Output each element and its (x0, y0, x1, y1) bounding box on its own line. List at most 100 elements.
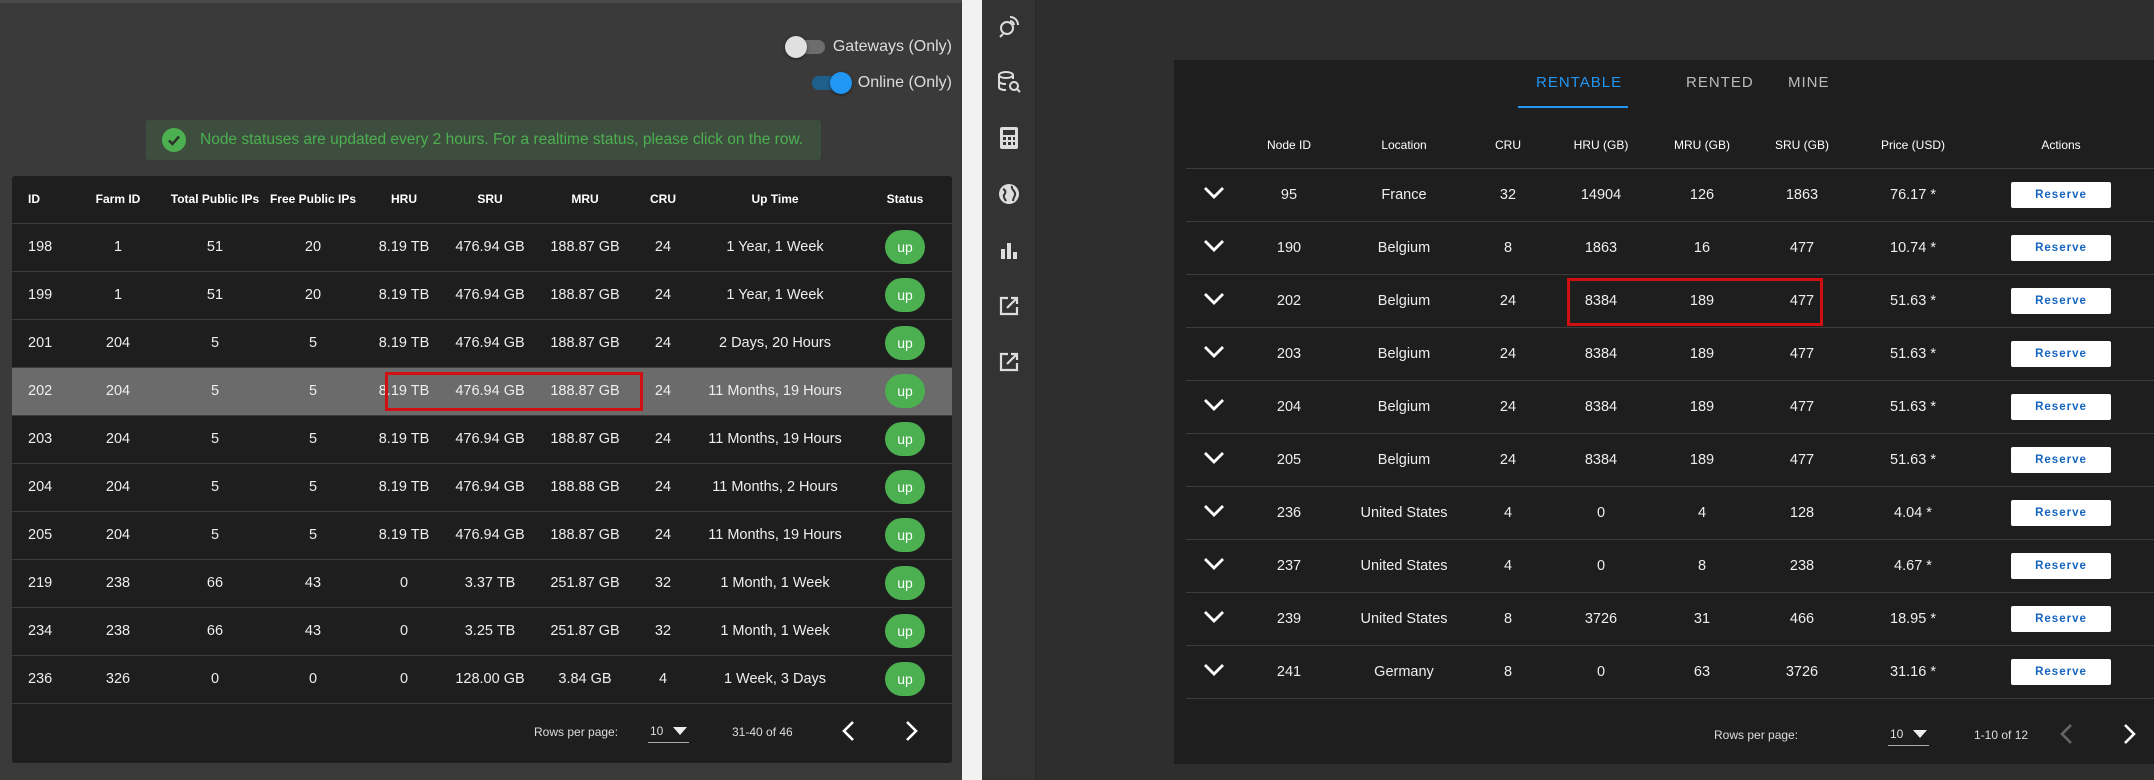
column-header[interactable]: Status (858, 176, 952, 224)
column-header[interactable]: Free Public IPs (262, 176, 364, 224)
chevron-down-icon[interactable] (1203, 292, 1225, 306)
chevron-down-icon[interactable] (1203, 557, 1225, 571)
node-row[interactable]: 202 204 5 5 8.19 TB 476.94 GB 188.87 GB 24 11 Mo… (12, 367, 952, 416)
column-header[interactable]: ID (12, 176, 68, 224)
node-row[interactable]: 205 204 5 5 8.19 TB 476.94 GB 188.87 GB 24 11 Mo… (12, 511, 952, 560)
satellite-icon[interactable] (995, 12, 1023, 40)
column-header[interactable]: Up Time (692, 176, 858, 224)
node-row[interactable]: 203 204 5 5 8.19 TB 476.94 GB 188.87 GB 24 11 Mo… (12, 415, 952, 464)
reserve-button[interactable]: Reserve (2011, 605, 2111, 632)
table-cell: 5 (168, 511, 262, 560)
node-row[interactable]: 236 326 0 0 0 128.00 GB 3.84 GB 4 1 Week, 3 Days… (12, 655, 952, 704)
tab-rentable[interactable]: RENTABLE (1536, 74, 1622, 91)
reserve-button[interactable]: Reserve (2011, 658, 2111, 685)
rentable-table-header: Node ID Location CRU HRU (GB) MRU (GB) SRU (G… (1186, 122, 2154, 169)
table-cell: 8.19 TB (364, 367, 444, 416)
status-cell: up (858, 511, 952, 560)
prev-page-button[interactable] (828, 712, 868, 752)
table-cell: 5 (262, 415, 364, 464)
reserve-button[interactable]: Reserve (2011, 393, 2111, 420)
chevron-down-icon[interactable] (1203, 186, 1225, 200)
node-row[interactable]: 234 238 66 43 0 3.25 TB 251.87 GB 32 1 Month, 1 … (12, 607, 952, 656)
chevron-down-icon[interactable] (1203, 663, 1225, 677)
tab-rented[interactable]: RENTED (1686, 74, 1754, 91)
reserve-button[interactable]: Reserve (2011, 181, 2111, 208)
column-header[interactable]: CRU (634, 176, 692, 224)
status-badge: up (885, 518, 925, 552)
storage-search-icon[interactable] (995, 68, 1023, 96)
chevron-down-icon[interactable] (1203, 239, 1225, 253)
actions-cell: Reserve (1968, 168, 2154, 222)
table-cell: 8.19 TB (364, 271, 444, 320)
chevron-down-icon[interactable] (1203, 610, 1225, 624)
node-row[interactable]: 204 204 5 5 8.19 TB 476.94 GB 188.88 GB 24 11 Mo… (12, 463, 952, 512)
table-cell: 24 (634, 367, 692, 416)
online-toggle[interactable] (811, 72, 852, 94)
table-cell: 477 (1746, 433, 1858, 487)
chevron-down-icon[interactable] (1203, 504, 1225, 518)
prev-page-button[interactable] (2046, 715, 2086, 755)
nodes-table-card: ID Farm ID Total Public IPs Free Public IPs… (12, 176, 952, 763)
column-header[interactable]: SRU (444, 176, 536, 224)
status-badge: up (885, 470, 925, 504)
table-cell: 234 (12, 607, 68, 656)
online-filter[interactable]: Online (Only) (811, 72, 952, 94)
actions-cell: Reserve (1968, 433, 2154, 487)
reserve-button[interactable]: Reserve (2011, 287, 2111, 314)
status-badge: up (885, 374, 925, 408)
rentable-row: 241 Germany 8 0 63 3726 31.16 * Reserve (1186, 645, 2154, 699)
external-link-icon[interactable] (995, 348, 1023, 376)
bar-chart-icon[interactable] (995, 236, 1023, 264)
reserve-button[interactable]: Reserve (2011, 234, 2111, 261)
table-cell: 476.94 GB (444, 271, 536, 320)
column-header[interactable]: Farm ID (68, 176, 168, 224)
rows-per-page-select[interactable]: 10 (648, 706, 690, 758)
gateways-filter-label: Gateways (Only) (832, 38, 952, 55)
reserve-button[interactable]: Reserve (2011, 552, 2111, 579)
table-cell: 51.63 * (1858, 274, 1968, 328)
pagination-range: 1-10 of 12 (1974, 728, 2029, 742)
table-cell: 201 (12, 319, 68, 368)
table-cell: 31.16 * (1858, 645, 1968, 699)
table-cell: 0 (364, 559, 444, 608)
nodes-table-footer: Rows per page: 10 31-40 of 46 (12, 706, 952, 758)
column-header[interactable]: Total Public IPs (168, 176, 262, 224)
actions-cell: Reserve (1968, 645, 2154, 699)
table-cell: 31 (1658, 592, 1746, 646)
rentable-row: 204 Belgium 24 8384 189 477 51.63 * Reserve (1186, 380, 2154, 434)
chevron-down-icon[interactable] (1203, 345, 1225, 359)
node-row[interactable]: 198 1 51 20 8.19 TB 476.94 GB 188.87 GB 24 1 Yea… (12, 223, 952, 272)
table-cell: 241 (1242, 645, 1336, 699)
status-cell: up (858, 223, 952, 272)
chevron-down-icon[interactable] (1203, 398, 1225, 412)
tab-mine[interactable]: MINE (1788, 74, 1830, 91)
column-header[interactable]: MRU (536, 176, 634, 224)
next-page-button[interactable] (2110, 715, 2150, 755)
table-cell: 188.88 GB (536, 463, 634, 512)
status-badge: up (885, 566, 925, 600)
next-page-button[interactable] (892, 712, 932, 752)
external-link-icon[interactable] (995, 292, 1023, 320)
caret-down-icon (1913, 727, 1928, 741)
calculator-icon[interactable] (995, 124, 1023, 152)
table-cell: 51 (168, 271, 262, 320)
column-header: Location (1336, 122, 1472, 169)
table-cell: 11 Months, 19 Hours (692, 415, 858, 464)
node-row[interactable]: 219 238 66 43 0 3.37 TB 251.87 GB 32 1 Month, 1 … (12, 559, 952, 608)
column-header[interactable]: HRU (364, 176, 444, 224)
reserve-button[interactable]: Reserve (2011, 340, 2111, 367)
expand-cell (1186, 539, 1242, 593)
status-info-alert: Node statuses are updated every 2 hours.… (146, 120, 821, 160)
gateways-filter[interactable]: Gateways (Only) (784, 36, 952, 58)
column-header (1186, 122, 1242, 169)
reserve-button[interactable]: Reserve (2011, 499, 2111, 526)
rows-per-page-select[interactable]: 10 (1888, 710, 1930, 760)
gateways-toggle[interactable] (784, 36, 825, 58)
chevron-down-icon[interactable] (1203, 451, 1225, 465)
reserve-button[interactable]: Reserve (2011, 446, 2111, 473)
table-cell: 4 (1472, 486, 1544, 540)
node-row[interactable]: 199 1 51 20 8.19 TB 476.94 GB 188.87 GB 24 1 Yea… (12, 271, 952, 320)
globe-icon[interactable] (995, 180, 1023, 208)
table-cell: 8 (1658, 539, 1746, 593)
node-row[interactable]: 201 204 5 5 8.19 TB 476.94 GB 188.87 GB 24 2 Day… (12, 319, 952, 368)
